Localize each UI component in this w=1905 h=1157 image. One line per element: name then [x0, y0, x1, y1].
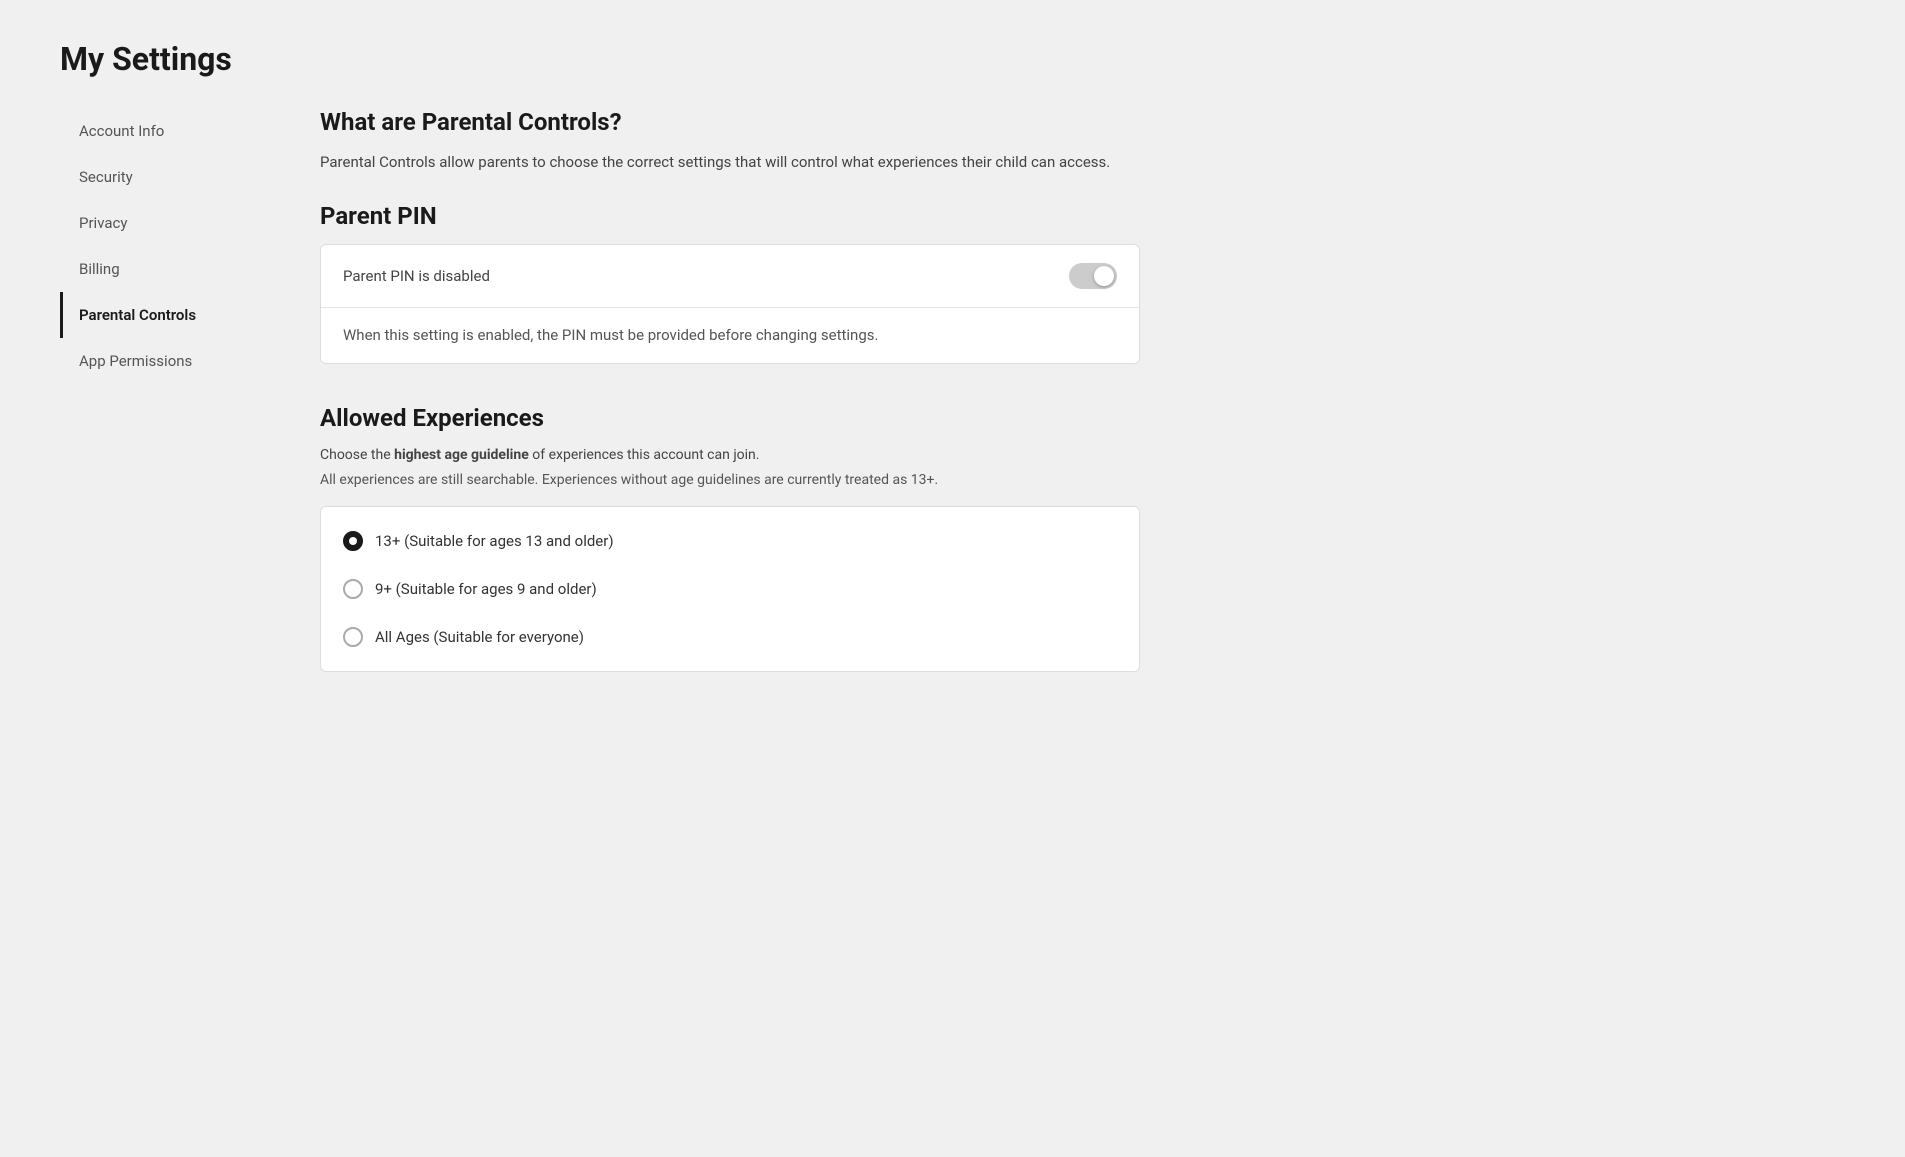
main-layout: Account Info Security Privacy Billing Pa…: [60, 108, 1845, 672]
sidebar-item-account-info[interactable]: Account Info: [60, 108, 280, 154]
page-title: My Settings: [60, 40, 1845, 78]
experiences-heading: Allowed Experiences: [320, 404, 1140, 432]
experiences-desc-prefix: Choose the: [320, 447, 394, 463]
sidebar-item-security[interactable]: Security: [60, 154, 280, 200]
radio-option-9plus[interactable]: 9+ (Suitable for ages 9 and older): [321, 565, 1139, 613]
pin-section-heading: Parent PIN: [320, 202, 1140, 230]
radio-circle-all-ages: [343, 627, 363, 647]
toggle-thumb: [1094, 266, 1114, 286]
pin-card-footer: When this setting is enabled, the PIN mu…: [321, 308, 1139, 363]
sidebar-item-app-permissions[interactable]: App Permissions: [60, 338, 280, 384]
pin-card: Parent PIN is disabled When this setting…: [320, 244, 1140, 364]
radio-label-all-ages: All Ages (Suitable for everyone): [375, 628, 584, 646]
page-container: My Settings Account Info Security Privac…: [0, 0, 1905, 712]
radio-circle-13plus: [343, 531, 363, 551]
radio-label-9plus: 9+ (Suitable for ages 9 and older): [375, 580, 597, 598]
experiences-desc-bold: highest age guideline: [394, 447, 529, 463]
radio-label-13plus: 13+ (Suitable for ages 13 and older): [375, 532, 614, 550]
main-content: What are Parental Controls? Parental Con…: [280, 108, 1180, 672]
sidebar-item-billing[interactable]: Billing: [60, 246, 280, 292]
pin-card-row: Parent PIN is disabled: [321, 245, 1139, 307]
pin-toggle[interactable]: [1069, 263, 1117, 289]
pin-card-label: Parent PIN is disabled: [343, 267, 490, 285]
sidebar-item-parental-controls[interactable]: Parental Controls: [60, 292, 280, 338]
radio-circle-9plus: [343, 579, 363, 599]
experiences-radio-card: 13+ (Suitable for ages 13 and older) 9+ …: [320, 506, 1140, 672]
experiences-description: Choose the highest age guideline of expe…: [320, 444, 1140, 466]
experiences-desc-suffix: of experiences this account can join.: [529, 447, 760, 463]
sidebar: Account Info Security Privacy Billing Pa…: [60, 108, 280, 672]
experiences-note: All experiences are still searchable. Ex…: [320, 472, 1140, 488]
radio-option-all-ages[interactable]: All Ages (Suitable for everyone): [321, 613, 1139, 661]
intro-description: Parental Controls allow parents to choos…: [320, 150, 1140, 174]
radio-option-13plus[interactable]: 13+ (Suitable for ages 13 and older): [321, 517, 1139, 565]
intro-heading: What are Parental Controls?: [320, 108, 1140, 136]
sidebar-item-privacy[interactable]: Privacy: [60, 200, 280, 246]
